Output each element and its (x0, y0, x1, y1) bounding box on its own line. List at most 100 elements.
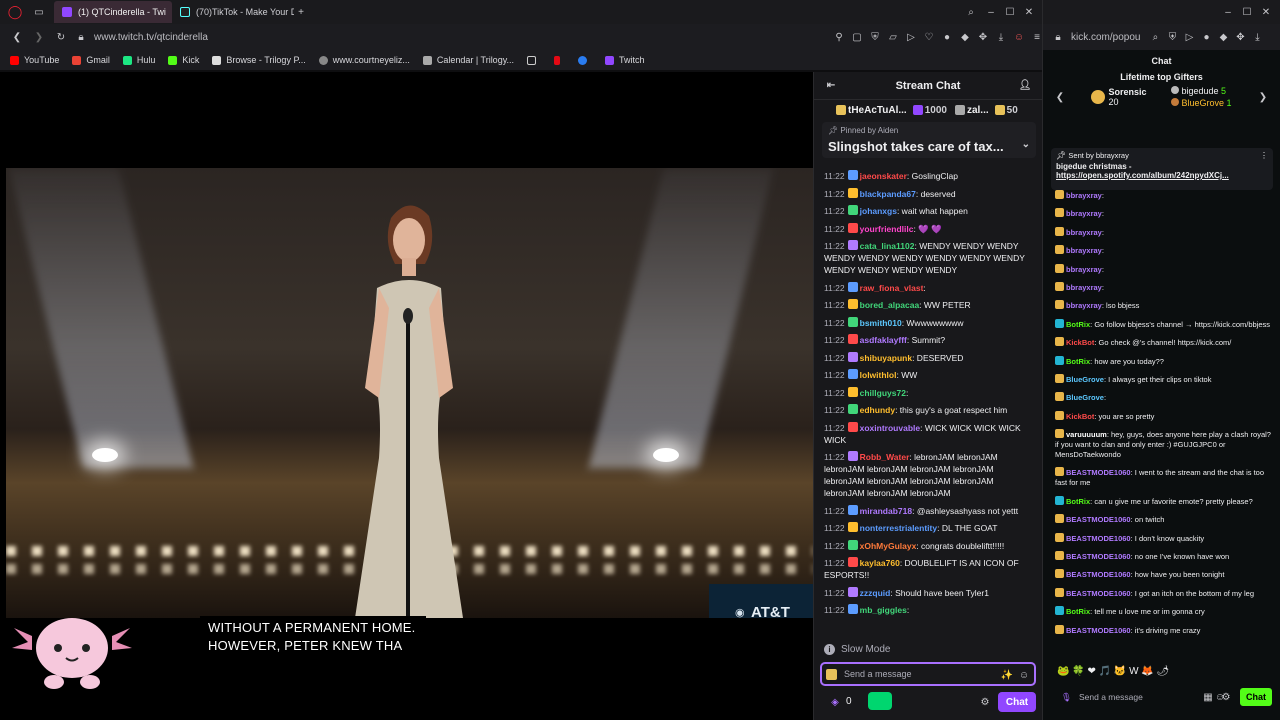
calendar-icon[interactable]: ▦ (1201, 690, 1215, 704)
close-window-icon[interactable]: ✕ (1022, 5, 1036, 19)
message-username[interactable]: BEASTMODE1060 (1066, 570, 1131, 579)
kick-chat-message[interactable]: BEASTMODE1060: I don't know quackity (1055, 532, 1275, 544)
bookmark-trilogy[interactable]: Browse - Trilogy P... (212, 55, 306, 65)
chat-message[interactable]: 11:22 edhundy: this guy's a goat respect … (824, 404, 1033, 416)
emote-bar[interactable]: 🐸 🍀 ❤ 🎵 🐱 W 🦊 🌶 (1057, 666, 1169, 677)
kick-chat-message[interactable]: BlueGrove: (1055, 392, 1275, 403)
message-username[interactable]: BotRix (1066, 320, 1090, 329)
bookmark-youtube[interactable]: YouTube (10, 55, 59, 65)
bookmark-page[interactable] (527, 55, 541, 65)
kick-chat-message[interactable]: BotRix: how are you today?? (1055, 355, 1275, 367)
message-username[interactable]: cata_lina1102 (860, 241, 915, 251)
message-username[interactable]: bbrayxray (1066, 228, 1102, 237)
message-username[interactable]: shibuyapunk (860, 353, 912, 363)
chat-message[interactable]: 11:22 bsmith010: Wwwwwwwww (824, 316, 1033, 329)
bookmark-icon[interactable]: ▱ (886, 30, 900, 44)
message-username[interactable]: bbrayxray (1066, 301, 1102, 310)
kick-message-list[interactable]: bbrayxray: bbrayxray: bbrayxray: bbrayxray:… (1043, 190, 1280, 660)
message-username[interactable]: xoxintrouvable (860, 423, 920, 433)
pin-icon[interactable]: ⚲ (832, 30, 846, 44)
message-username[interactable]: BEASTMODE1060 (1066, 589, 1131, 598)
kick-chat-message[interactable]: KickBot: you are so pretty (1055, 410, 1275, 422)
chat-message-list[interactable]: 11:22 jaeonskater: GoslingClap 11:22 blackp… (814, 170, 1043, 640)
heart-icon[interactable]: ♡ (922, 30, 936, 44)
message-username[interactable]: BlueGrove (1066, 393, 1104, 402)
message-username[interactable]: jaeonskater (860, 171, 907, 181)
bookmark-gmail[interactable]: Gmail (72, 55, 110, 65)
extension-icon[interactable]: ◆ (1216, 30, 1230, 44)
zoom-icon[interactable]: ⌕ (1148, 30, 1162, 44)
workspaces-icon[interactable]: ▭ (32, 5, 46, 19)
message-username[interactable]: edhundy (860, 405, 895, 415)
pinned-link[interactable]: https://open.spotify.com/album/242npydXC… (1056, 171, 1268, 180)
message-username[interactable]: mb_giggles (860, 605, 907, 615)
message-username[interactable]: bbrayxray (1066, 209, 1102, 218)
play-icon[interactable]: ▷ (1182, 30, 1196, 44)
message-username[interactable]: BEASTMODE1060 (1066, 534, 1131, 543)
pinned-message[interactable]: 📌︎ Pinned by Aiden Slingshot takes care … (822, 122, 1036, 158)
search-tabs-icon[interactable]: ⌕ (964, 5, 978, 19)
chevron-down-icon[interactable]: ⌄ (1022, 139, 1030, 150)
chat-message[interactable]: 11:22 yourfriendlilc: 💜 💜 (824, 222, 1033, 235)
message-username[interactable]: BotRix (1066, 357, 1090, 366)
bits-icon[interactable]: ✨ (1000, 668, 1014, 682)
puzzle-icon[interactable]: ✥ (1233, 30, 1247, 44)
message-username[interactable]: yourfriendlilc (860, 224, 914, 234)
kick-chat-message[interactable]: bbrayxray: (1055, 208, 1275, 219)
message-username[interactable]: kaylaa760 (860, 558, 900, 568)
download-icon[interactable]: ⤓ (994, 30, 1008, 44)
chat-message[interactable]: 11:22 xoxintrouvable: WICK WICK WICK WICK… (824, 421, 1033, 446)
message-username[interactable]: bbrayxray (1066, 246, 1102, 255)
bookmark-twitch[interactable]: Twitch (605, 55, 645, 65)
kick-chat-message[interactable]: bbrayxray: (1055, 226, 1275, 238)
close-window-icon[interactable]: ✕ (1259, 5, 1273, 19)
message-username[interactable]: raw_fiona_vlast (860, 283, 924, 293)
kick-chat-message[interactable]: bbrayxray: (1055, 263, 1275, 275)
kick-chat-message[interactable]: varuuuuum: hey, guys, does anyone here p… (1055, 429, 1275, 460)
message-username[interactable]: blackpanda67 (860, 189, 916, 199)
chat-input[interactable]: Send a message ✨ ☺ (820, 662, 1036, 686)
emote-picker-icon[interactable]: ☺ (1017, 668, 1031, 682)
spotify-icon[interactable]: ● (1199, 30, 1213, 44)
gifter-3[interactable]: BlueGrove 1 (1170, 97, 1232, 109)
kick-chat-message[interactable]: BEASTMODE1060: it's driving me crazy (1055, 624, 1275, 636)
channel-points-icon[interactable]: ◈ (828, 695, 842, 709)
chat-message[interactable]: 11:22 zzzquid: Should have been Tyler1 (824, 586, 1033, 599)
chat-message[interactable]: 11:22 raw_fiona_vlast: (824, 281, 1033, 294)
kick-chat-message[interactable]: KickBot: Go check @'s channel! https://k… (1055, 337, 1275, 348)
more-options-icon[interactable]: ⋮ (1260, 151, 1268, 160)
forward-icon[interactable]: ❯ (32, 30, 46, 44)
bookmark-courtney[interactable]: www.courtneyeliz... (318, 55, 410, 65)
kick-chat-message[interactable]: BEASTMODE1060: on twitch (1055, 514, 1275, 525)
message-username[interactable]: KickBot (1066, 338, 1094, 347)
extension-icon[interactable]: ◆ (958, 30, 972, 44)
message-username[interactable]: bbrayxray (1066, 191, 1102, 200)
video-player[interactable]: ◉ AT&T WITHOUT A PERMANENT HOME. HOWEVER… (0, 72, 813, 720)
collapse-chat-icon[interactable]: ⇤ (824, 79, 838, 93)
puzzle-icon[interactable]: ✥ (976, 30, 990, 44)
reload-icon[interactable]: ↻ (54, 30, 68, 44)
message-username[interactable]: chillguys72 (860, 388, 906, 398)
gifter-1[interactable]: Sorensic 20 (1091, 87, 1146, 107)
chat-message[interactable]: 11:22 jaeonskater: GoslingClap (824, 170, 1033, 182)
message-username[interactable]: xOhMyGulayx (860, 541, 917, 551)
minimize-icon[interactable]: – (984, 5, 998, 19)
message-username[interactable]: KickBot (1066, 412, 1094, 421)
kick-send-button[interactable]: Chat (1240, 688, 1272, 706)
gift-sub-button[interactable] (868, 692, 892, 710)
maximize-icon[interactable]: ☐ (1240, 5, 1254, 19)
profile-icon[interactable]: ☺ (1012, 30, 1026, 44)
chat-message[interactable]: 11:22 xOhMyGulayx: congrats doubleliftt!!… (824, 539, 1033, 552)
message-username[interactable]: bored_alpacaa (860, 300, 920, 310)
message-username[interactable]: bbrayxray (1066, 265, 1102, 274)
message-username[interactable]: BotRix (1066, 607, 1090, 616)
bookmark-kick[interactable]: Kick (168, 55, 199, 65)
kick-chat-message[interactable]: bbrayxray: (1055, 190, 1275, 201)
kick-chat-message[interactable]: BEASTMODE1060: I got an itch on the bott… (1055, 587, 1275, 599)
spotify-icon[interactable]: ● (940, 30, 954, 44)
kick-chat-message[interactable]: BotRix: tell me u love me or im gonna cr… (1055, 606, 1275, 617)
chat-message[interactable]: 11:22 asdfaklayfff: Summit? (824, 334, 1033, 346)
shield-icon[interactable]: ⛨ (868, 30, 882, 44)
bookmark-calendar[interactable]: Calendar | Trilogy... (422, 55, 514, 65)
kick-chat-message[interactable]: BEASTMODE1060: no one I've known have wo… (1055, 551, 1275, 562)
